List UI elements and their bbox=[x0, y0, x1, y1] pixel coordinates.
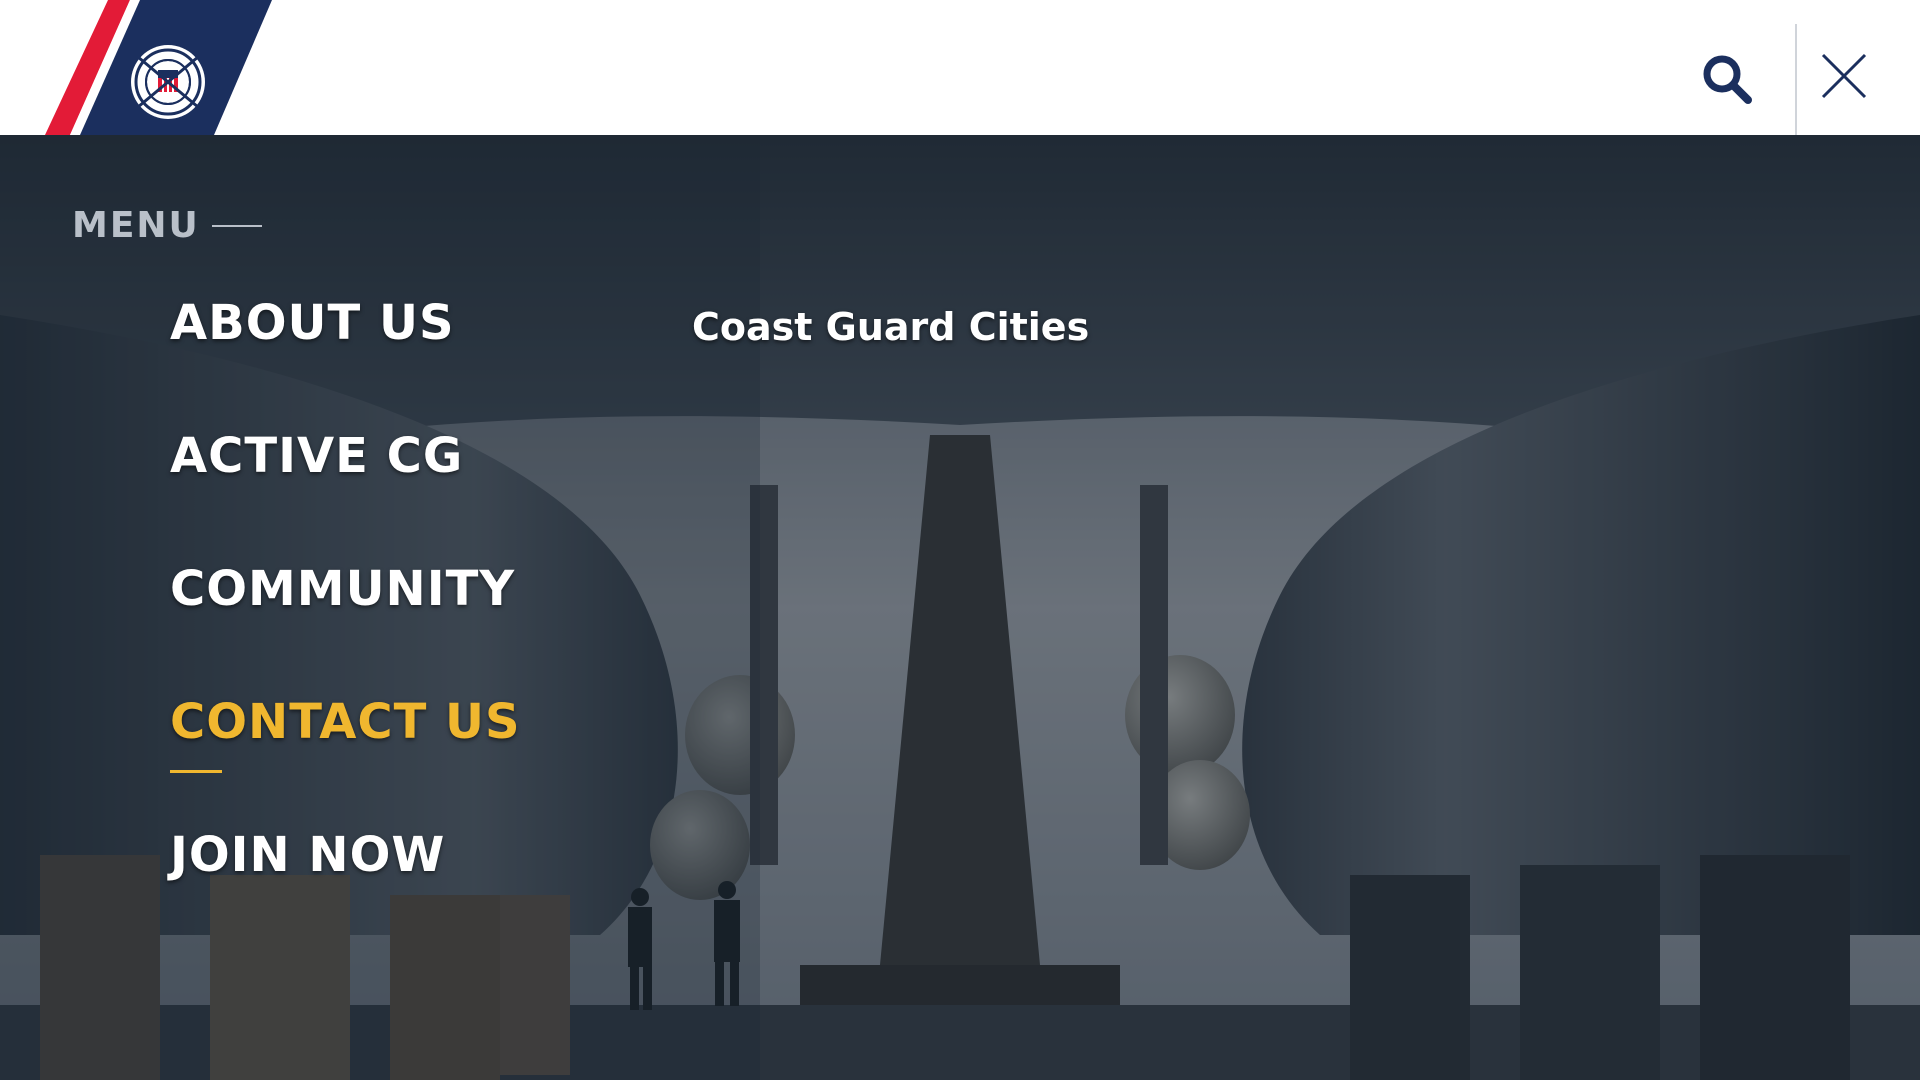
site-header bbox=[0, 0, 1920, 135]
sublink-coast-guard-cities[interactable]: Coast Guard Cities bbox=[692, 305, 1089, 349]
nav-link-community[interactable]: COMMUNITY bbox=[170, 561, 515, 617]
coast-guard-logo-link[interactable] bbox=[0, 0, 300, 135]
main-nav-list: ABOUT US ACTIVE CG COMMUNITY CONTACT US … bbox=[170, 295, 521, 960]
nav-link-active-cg[interactable]: ACTIVE CG bbox=[170, 428, 463, 484]
nav-item-about-us: ABOUT US bbox=[170, 295, 521, 428]
nav-link-join-now[interactable]: JOIN NOW bbox=[170, 827, 445, 883]
menu-heading: MENU bbox=[72, 205, 262, 246]
menu-heading-rule bbox=[211, 224, 262, 227]
menu-panel: MENU ABOUT US ACTIVE CG COMMUNITY CONTAC… bbox=[0, 135, 1920, 1080]
nav-item-contact-us: CONTACT US bbox=[170, 694, 521, 827]
active-item-underline bbox=[170, 770, 222, 773]
nav-item-active-cg: ACTIVE CG bbox=[170, 428, 521, 561]
nav-item-join-now: JOIN NOW bbox=[170, 827, 521, 960]
nav-link-about-us[interactable]: ABOUT US bbox=[170, 295, 455, 351]
close-menu-button[interactable] bbox=[1820, 52, 1880, 112]
nav-item-community: COMMUNITY bbox=[170, 561, 521, 694]
search-icon bbox=[1703, 55, 1752, 104]
header-divider bbox=[1795, 24, 1797, 135]
close-icon bbox=[1821, 53, 1867, 99]
emblem-icon bbox=[131, 45, 205, 119]
search-button[interactable] bbox=[1700, 52, 1766, 118]
coast-guard-logo bbox=[45, 0, 272, 135]
menu-heading-label: MENU bbox=[72, 205, 200, 246]
nav-link-contact-us[interactable]: CONTACT US bbox=[170, 694, 521, 750]
